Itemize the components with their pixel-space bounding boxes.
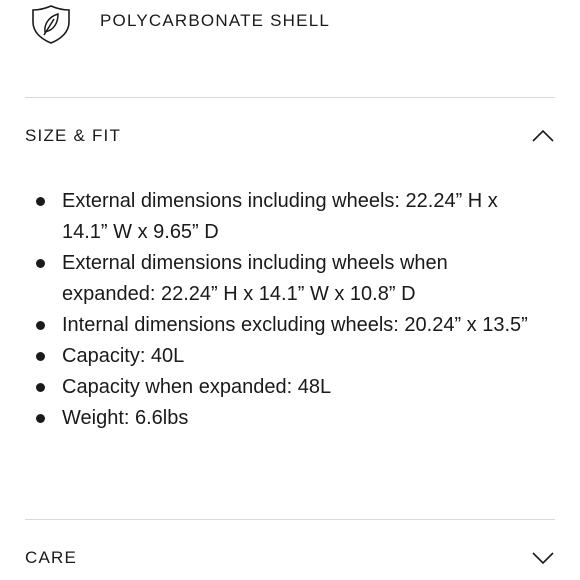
size-fit-accordion-header[interactable]: SIZE & FIT bbox=[25, 116, 555, 156]
list-item: Internal dimensions excluding wheels: 20… bbox=[30, 310, 535, 341]
list-item: External dimensions including wheels whe… bbox=[30, 248, 535, 310]
bullet bbox=[36, 352, 45, 361]
shield-leaf-icon bbox=[32, 5, 70, 44]
size-fit-title: SIZE & FIT bbox=[25, 126, 122, 145]
list-item-text: Capacity: 40L bbox=[62, 345, 185, 367]
bullet bbox=[36, 383, 45, 392]
section-divider bbox=[25, 519, 555, 520]
list-item: Capacity: 40L bbox=[30, 341, 535, 372]
feature-label: POLYCARBONATE SHELL bbox=[100, 11, 331, 30]
chevron-down-icon[interactable] bbox=[531, 551, 555, 565]
list-item-text: External dimensions including wheels: 22… bbox=[62, 190, 498, 243]
bullet bbox=[36, 259, 45, 268]
size-fit-details-list: External dimensions including wheels: 22… bbox=[30, 186, 535, 434]
feature-polycarbonate-shell bbox=[30, 4, 72, 44]
care-accordion-header[interactable]: CARE bbox=[25, 538, 555, 578]
product-details-panel: POLYCARBONATE SHELL SIZE & FIT External … bbox=[0, 0, 580, 580]
list-item: Capacity when expanded: 48L bbox=[30, 372, 535, 403]
bullet bbox=[36, 197, 45, 206]
chevron-up-icon[interactable] bbox=[531, 129, 555, 143]
list-item-text: Capacity when expanded: 48L bbox=[62, 376, 332, 398]
bullet bbox=[36, 321, 45, 330]
list-item: External dimensions including wheels: 22… bbox=[30, 186, 535, 248]
list-item-text: Internal dimensions excluding wheels: 20… bbox=[62, 314, 528, 336]
list-item: Weight: 6.6lbs bbox=[30, 403, 535, 434]
section-divider bbox=[25, 97, 555, 98]
list-item-text: External dimensions including wheels whe… bbox=[62, 252, 448, 305]
bullet bbox=[36, 414, 45, 423]
list-item-text: Weight: 6.6lbs bbox=[62, 407, 189, 429]
care-title: CARE bbox=[25, 548, 78, 567]
